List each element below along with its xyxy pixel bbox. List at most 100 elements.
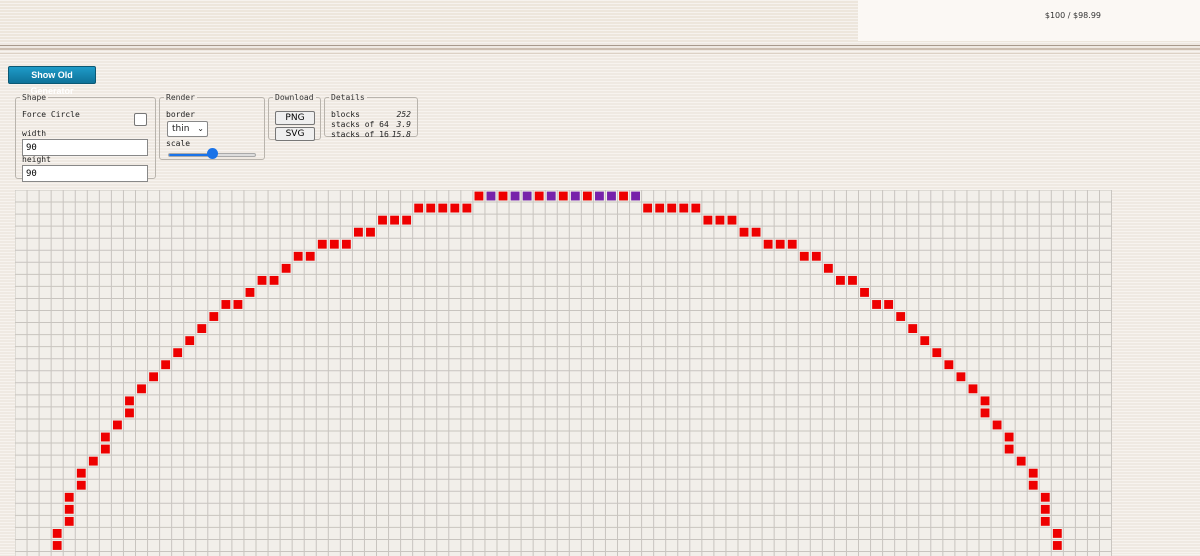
circle-block bbox=[137, 384, 146, 394]
scale-slider-handle[interactable] bbox=[207, 148, 218, 159]
circle-block bbox=[655, 203, 665, 213]
circle-block bbox=[860, 288, 869, 297]
shape-panel: Shape Force Circle width height bbox=[15, 93, 156, 182]
circle-block bbox=[366, 227, 375, 237]
circle-block bbox=[848, 275, 857, 285]
circle-block bbox=[293, 251, 303, 261]
download-png-button[interactable]: PNG bbox=[275, 111, 315, 125]
circle-block bbox=[763, 239, 773, 249]
border-select[interactable]: thin ⌄ bbox=[167, 121, 208, 137]
details-row-stacks-64: stacks of 64 3.9 bbox=[331, 120, 411, 129]
circle-block bbox=[715, 215, 725, 225]
circle-block bbox=[474, 191, 484, 201]
circle-block bbox=[88, 456, 98, 466]
circle-block bbox=[1040, 504, 1050, 514]
circle-block bbox=[402, 215, 412, 225]
block-grid-canvas[interactable] bbox=[15, 190, 1112, 556]
download-svg-button[interactable]: SVG bbox=[275, 127, 315, 141]
circle-block bbox=[896, 312, 906, 321]
circle-block bbox=[811, 251, 821, 261]
circle-block bbox=[498, 191, 508, 201]
chevron-down-icon: ⌄ bbox=[197, 124, 204, 133]
circle-block bbox=[643, 203, 653, 213]
circle-block bbox=[149, 372, 158, 382]
circle-block bbox=[558, 191, 568, 201]
circle-block bbox=[884, 300, 894, 309]
circle-block bbox=[438, 203, 448, 213]
circle-block bbox=[1052, 541, 1062, 550]
width-input[interactable] bbox=[22, 139, 148, 156]
circle-block bbox=[281, 263, 291, 273]
price-text: $100 / $98.99 bbox=[1044, 11, 1101, 20]
highlight-block bbox=[546, 191, 556, 201]
circle-block bbox=[378, 215, 387, 225]
header-divider bbox=[0, 48, 1200, 50]
circle-block bbox=[992, 420, 1002, 430]
download-legend: Download bbox=[275, 93, 314, 102]
highlight-block bbox=[607, 191, 616, 201]
highlight-block bbox=[631, 191, 640, 201]
circle-block bbox=[727, 215, 737, 225]
circle-block bbox=[1040, 492, 1050, 502]
circle-block bbox=[426, 203, 436, 213]
grid-background bbox=[15, 190, 1112, 556]
circle-block bbox=[125, 408, 134, 418]
circle-block bbox=[221, 300, 231, 309]
circle-block bbox=[751, 227, 761, 237]
circle-block bbox=[872, 300, 881, 309]
circle-block bbox=[197, 324, 207, 333]
circle-block bbox=[619, 191, 628, 201]
circle-block bbox=[836, 275, 845, 285]
circle-block bbox=[209, 312, 219, 321]
block-grid bbox=[15, 190, 1112, 556]
circle-block bbox=[1052, 529, 1062, 538]
circle-block bbox=[52, 529, 62, 538]
header-divider bbox=[0, 53, 1200, 54]
circle-block bbox=[1040, 516, 1050, 526]
circle-block bbox=[113, 420, 122, 430]
render-legend: Render bbox=[166, 93, 195, 102]
force-circle-checkbox[interactable] bbox=[134, 113, 147, 126]
circle-block bbox=[582, 191, 592, 201]
circle-block bbox=[1028, 468, 1038, 478]
highlight-block bbox=[486, 191, 496, 201]
circle-block bbox=[76, 480, 86, 490]
circle-block bbox=[1028, 480, 1038, 490]
circle-block bbox=[233, 300, 243, 309]
height-input[interactable] bbox=[22, 165, 148, 182]
highlight-block bbox=[570, 191, 580, 201]
circle-block bbox=[1004, 444, 1014, 454]
circle-block bbox=[679, 203, 689, 213]
scale-label: scale bbox=[166, 139, 191, 148]
circle-block bbox=[161, 360, 171, 370]
circle-block bbox=[462, 203, 472, 213]
circle-block bbox=[775, 239, 785, 249]
width-label: width bbox=[22, 129, 47, 138]
circle-block bbox=[787, 239, 797, 249]
circle-block bbox=[76, 468, 86, 478]
circle-block bbox=[64, 504, 74, 514]
height-label: height bbox=[22, 155, 51, 164]
circle-block bbox=[64, 516, 74, 526]
details-row-blocks: blocks 252 bbox=[331, 110, 411, 119]
circle-block bbox=[354, 227, 363, 237]
circle-block bbox=[956, 372, 966, 382]
circle-block bbox=[64, 492, 74, 502]
circle-block bbox=[341, 239, 351, 249]
circle-block bbox=[185, 336, 195, 346]
circle-block bbox=[100, 444, 110, 454]
circle-block bbox=[1016, 456, 1026, 466]
shape-legend: Shape bbox=[22, 93, 47, 102]
circle-block bbox=[52, 541, 62, 550]
circle-block bbox=[667, 203, 677, 213]
circle-block bbox=[414, 203, 424, 213]
highlight-block bbox=[595, 191, 604, 201]
scale-slider-fill bbox=[169, 154, 212, 156]
highlight-block bbox=[522, 191, 532, 201]
show-old-generator-button[interactable]: Show Old Generator bbox=[8, 66, 96, 96]
circle-block bbox=[390, 215, 399, 225]
details-row-stacks-16: stacks of 16 15.8 bbox=[331, 130, 411, 139]
circle-block bbox=[691, 203, 701, 213]
circle-block bbox=[305, 251, 315, 261]
circle-block bbox=[944, 360, 954, 370]
